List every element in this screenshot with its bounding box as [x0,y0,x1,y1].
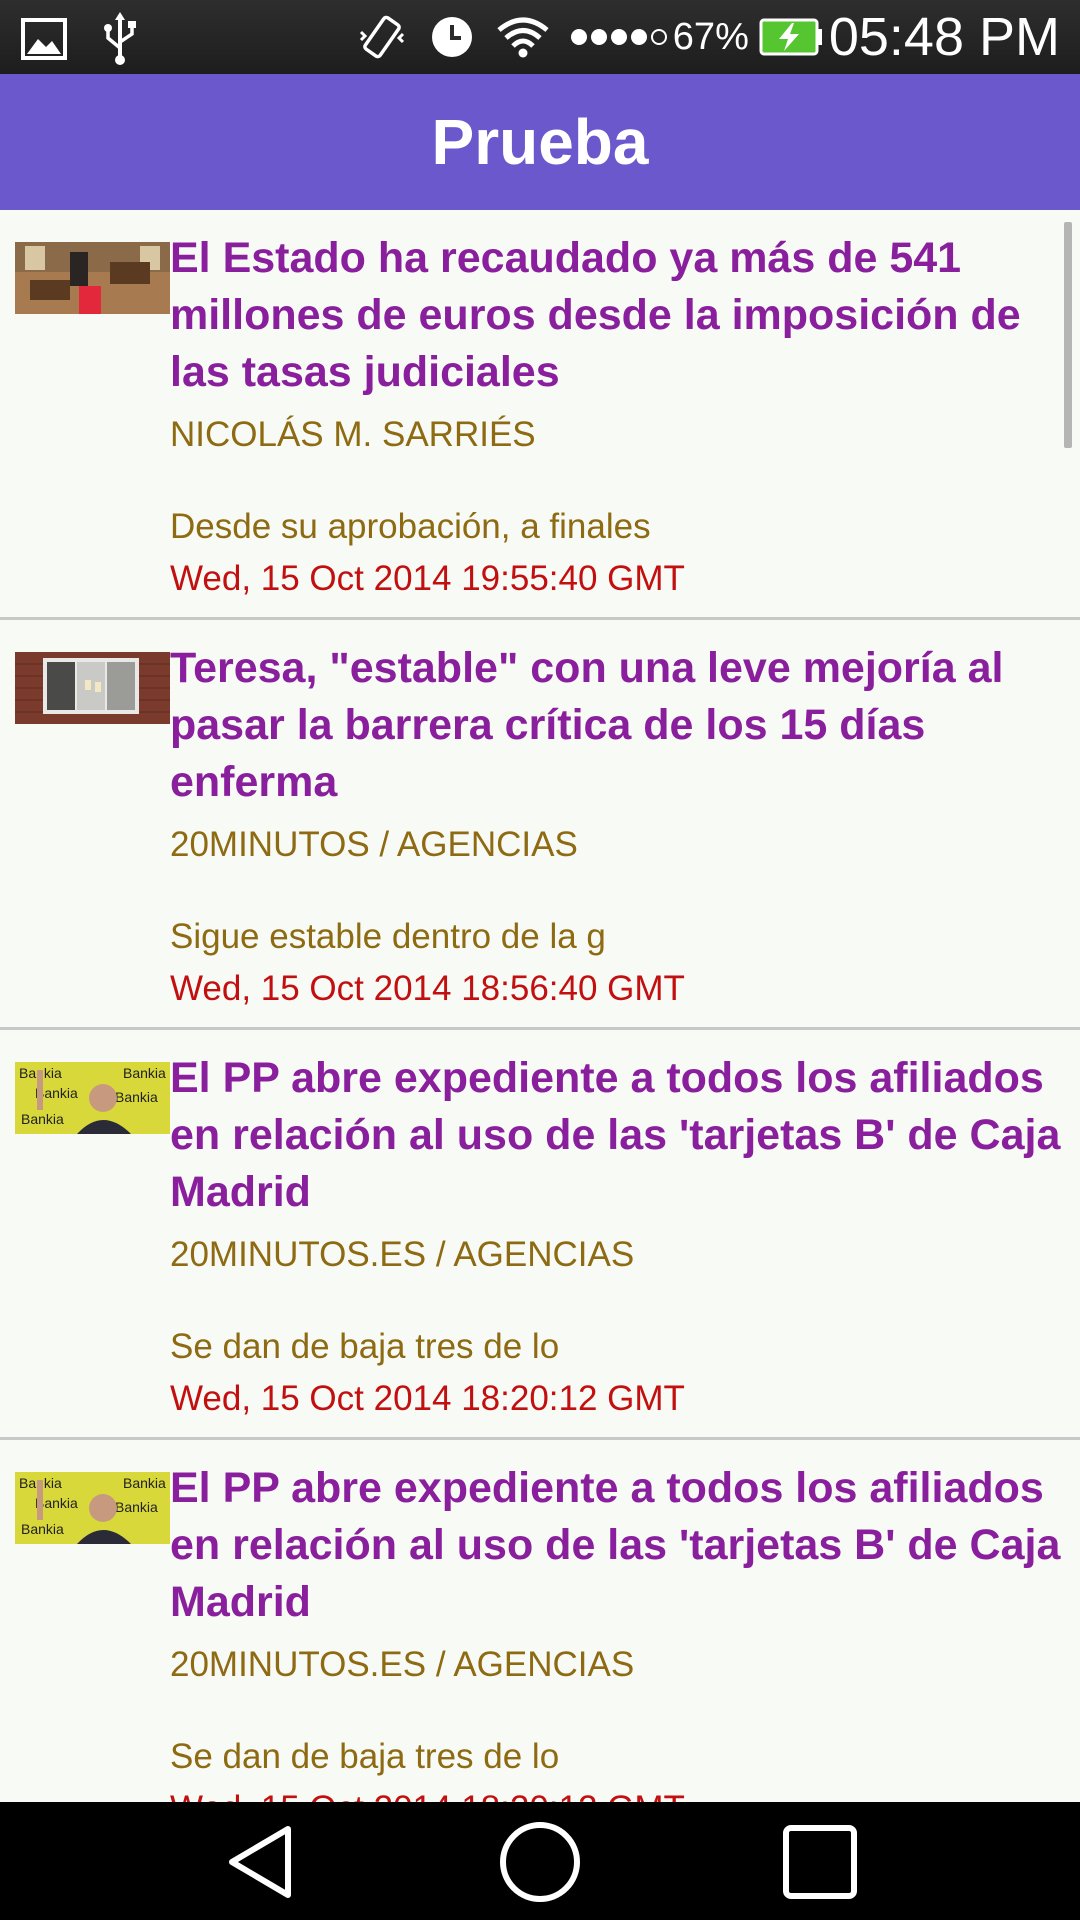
usb-icon [102,12,138,66]
bankia-thumbnail: Bankia Bankia Bankia Bankia Bankia [15,1062,170,1134]
wifi-icon [497,16,549,58]
hospital-window-thumbnail [15,652,170,724]
battery-charging-icon [759,17,823,57]
bankia-thumbnail: Bankia Bankia Bankia Bankia Bankia [15,1472,170,1544]
news-date: Wed, 15 Oct 2014 18:20:12 GMT [170,1379,685,1418]
news-author: 20MINUTOS / AGENCIAS [170,825,578,864]
list-scrollbar[interactable] [1064,222,1072,448]
news-date: Wed, 15 Oct 2014 18:20:12 GMT [170,1789,1064,1802]
thumbnail-text: Bankia [115,1499,158,1515]
navigation-bar [0,1802,1080,1920]
news-author: 20MINUTOS.ES / AGENCIAS [170,1645,635,1684]
signal-icon [569,25,669,49]
news-title: El PP abre expediente a todos los afilia… [170,1054,1061,1216]
back-button[interactable] [210,1820,310,1904]
news-list-item[interactable]: Teresa, "estable" con una leve mejoría a… [0,620,1080,1030]
thumbnail-text: Bankia [123,1475,166,1491]
news-title: El Estado ha recaudado ya más de 541 mil… [170,234,1021,396]
news-author: 20MINUTOS.ES / AGENCIAS [170,1235,635,1274]
news-list-item[interactable]: Bankia Bankia Bankia Bankia Bankia El PP… [0,1440,1080,1802]
news-summary: Sigue estable dentro de la g [170,917,606,956]
home-icon [500,1822,580,1902]
thumbnail-text: Bankia [21,1111,64,1127]
news-list-item[interactable]: Bankia Bankia Bankia Bankia Bankia El PP… [0,1030,1080,1440]
recents-icon [783,1825,857,1899]
app-bar: Prueba [0,74,1080,210]
thumbnail-text: Bankia [123,1065,166,1081]
news-list[interactable]: El Estado ha recaudado ya más de 541 mil… [0,210,1080,1802]
alarm-icon [429,14,475,60]
back-icon [229,1826,291,1898]
battery-percent: 67% [672,15,749,58]
news-summary: Desde su aprobación, a finales [170,507,651,546]
news-title: Teresa, "estable" con una leve mejoría a… [170,644,1004,806]
status-bar: 67% 05:48 PM [0,0,1080,74]
gallery-icon [20,15,68,63]
news-summary: Se dan de baja tres de lo [170,1737,560,1776]
courtroom-thumbnail [15,242,170,314]
news-date: Wed, 15 Oct 2014 18:56:40 GMT [170,969,685,1008]
news-summary: Se dan de baja tres de lo [170,1327,560,1366]
news-author: NICOLÁS M. SARRIÉS [170,415,536,454]
recents-button[interactable] [770,1820,870,1904]
news-list-item[interactable]: El Estado ha recaudado ya más de 541 mil… [0,210,1080,620]
vibrate-icon [357,12,407,62]
thumbnail-text: Bankia [115,1089,158,1105]
home-button[interactable] [490,1820,590,1904]
app-title: Prueba [431,106,649,178]
news-title: El PP abre expediente a todos los afilia… [170,1464,1061,1626]
news-date: Wed, 15 Oct 2014 19:55:40 GMT [170,559,685,598]
app-screen: 67% 05:48 PM Prueba El Estado ha recauda… [0,0,1080,1920]
thumbnail-text: Bankia [21,1521,64,1537]
clock-time: 05:48 PM [828,7,1060,67]
